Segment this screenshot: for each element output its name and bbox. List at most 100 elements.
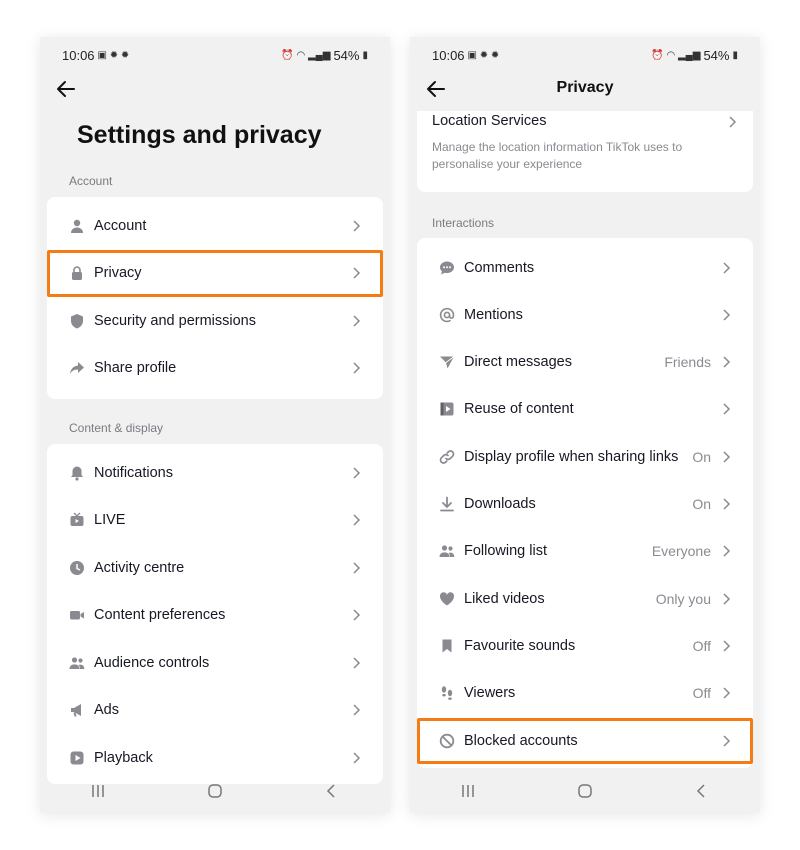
settings-row-security-and-permissions[interactable]: Security and permissions <box>47 297 383 344</box>
blocked-icon <box>439 733 455 749</box>
recent-apps-button[interactable] <box>83 780 113 802</box>
settings-row-notifications[interactable]: Notifications <box>47 449 383 496</box>
system-back-button[interactable] <box>317 780 347 802</box>
settings-row-direct-messages[interactable]: Direct messages Friends <box>417 339 753 386</box>
settings-row-blocked-accounts[interactable]: Blocked accounts <box>417 717 753 764</box>
status-bar: 10:06 ▣ ✹ ✹ ⏰ ◠ ▂▄▆ 54% ▮ <box>40 37 390 73</box>
alarm-wifi-signal-icons: ⏰ ◠ ▂▄▆ <box>651 49 701 61</box>
row-label: Playback <box>94 749 153 766</box>
chevron-right-icon <box>719 497 733 511</box>
row-label: Comments <box>464 259 535 276</box>
settings-row-favourite-sounds[interactable]: Favourite sounds Off <box>417 622 753 669</box>
chevron-right-icon <box>349 703 363 717</box>
notification-icons: ▣ ✹ ✹ <box>467 49 500 61</box>
account-card: Account Privacy Security and permissions Sh… <box>47 197 383 399</box>
settings-row-content-preferences[interactable]: Content preferences <box>47 592 383 639</box>
chevron-right-icon <box>719 402 733 416</box>
row-label: LIVE <box>94 512 126 528</box>
heart-icon <box>439 591 455 607</box>
footprints-icon <box>439 685 455 701</box>
settings-row-share-profile[interactable]: Share profile <box>47 345 383 392</box>
row-value: Off <box>692 637 711 654</box>
section-label-interactions: Interactions <box>432 216 495 230</box>
settings-row-ads[interactable]: Ads <box>47 687 383 734</box>
row-label: Share profile <box>94 360 177 376</box>
chevron-right-icon <box>719 734 733 748</box>
chevron-right-icon <box>725 115 739 129</box>
tv-icon <box>69 512 85 528</box>
chevron-right-icon <box>349 314 363 328</box>
chevron-right-icon <box>719 639 733 653</box>
megaphone-icon <box>69 702 85 718</box>
row-label: Following list <box>464 543 547 560</box>
row-label: Audience controls <box>94 654 210 671</box>
row-value: On <box>692 496 711 512</box>
chevron-right-icon <box>719 355 733 369</box>
people-icon <box>439 543 455 559</box>
chevron-right-icon <box>349 561 363 575</box>
play-icon <box>69 750 85 766</box>
settings-row-privacy[interactable]: Privacy <box>47 250 383 297</box>
settings-row-reuse-of-content[interactable]: Reuse of content <box>417 386 753 433</box>
status-time: 10:06 <box>432 47 465 63</box>
recent-apps-button[interactable] <box>453 780 483 802</box>
settings-row-display-profile-when-sharing-links[interactable]: Display profile when sharing links On <box>417 433 753 480</box>
settings-row-comments[interactable]: Comments <box>417 244 753 291</box>
row-value: Friends <box>664 354 711 371</box>
battery-percent: 54% <box>703 47 730 63</box>
download-icon <box>439 496 455 512</box>
row-label: Mentions <box>464 306 523 323</box>
shield-icon <box>69 313 85 329</box>
notification-icons: ▣ ✹ ✹ <box>97 49 130 61</box>
page-title: Privacy <box>556 79 614 96</box>
chevron-right-icon <box>719 592 733 606</box>
settings-screen: 10:06 ▣ ✹ ✹ ⏰ ◠ ▂▄▆ 54% ▮ Settings and p… <box>40 37 390 813</box>
reuse-icon <box>439 401 455 417</box>
chevron-right-icon <box>349 751 363 765</box>
battery-percent: 54% <box>333 47 360 63</box>
settings-row-account[interactable]: Account <box>47 202 383 249</box>
chevron-right-icon <box>349 466 363 480</box>
settings-row-audience-controls[interactable]: Audience controls <box>47 639 383 686</box>
location-services-item[interactable]: Location Services Manage the location in… <box>417 111 753 192</box>
row-label: Direct messages <box>464 354 572 371</box>
row-label: Display profile when sharing links <box>464 448 679 465</box>
settings-row-downloads[interactable]: Downloads On <box>417 481 753 528</box>
system-back-button[interactable] <box>687 780 717 802</box>
android-nav-bar <box>410 769 760 813</box>
battery-icon: ▮ <box>362 49 368 61</box>
lock-icon <box>69 265 85 281</box>
alarm-wifi-signal-icons: ⏰ ◠ ▂▄▆ <box>281 49 331 61</box>
row-label: Blocked accounts <box>464 732 578 749</box>
chevron-right-icon <box>719 544 733 558</box>
chevron-right-icon <box>349 219 363 233</box>
row-label: Favourite sounds <box>464 637 576 654</box>
settings-row-live[interactable]: LIVE <box>47 497 383 544</box>
chevron-right-icon <box>719 686 733 700</box>
home-button[interactable] <box>570 780 600 802</box>
chevron-right-icon <box>349 608 363 622</box>
location-services-title: Location Services <box>432 113 547 129</box>
row-label: Downloads <box>464 496 536 512</box>
settings-row-activity-centre[interactable]: Activity centre <box>47 544 383 591</box>
row-label: Activity centre <box>94 559 185 576</box>
chevron-right-icon <box>349 361 363 375</box>
settings-row-mentions[interactable]: Mentions <box>417 291 753 338</box>
back-arrow-icon[interactable] <box>54 77 78 101</box>
row-value: Everyone <box>651 543 711 560</box>
settings-row-liked-videos[interactable]: Liked videos Only you <box>417 575 753 622</box>
row-value: On <box>692 448 711 465</box>
home-button[interactable] <box>200 780 230 802</box>
status-time: 10:06 <box>62 47 95 63</box>
comment-icon <box>439 260 455 276</box>
page-title: Settings and privacy <box>77 121 322 149</box>
settings-row-following-list[interactable]: Following list Everyone <box>417 528 753 575</box>
content-display-card: Notifications LIVE Activity centre Content … <box>47 444 383 784</box>
settings-row-viewers[interactable]: Viewers Off <box>417 670 753 717</box>
battery-icon: ▮ <box>732 49 738 61</box>
chevron-right-icon <box>349 656 363 670</box>
person-icon <box>69 218 85 234</box>
chevron-right-icon <box>719 261 733 275</box>
chevron-right-icon <box>349 513 363 527</box>
interactions-card: Comments Mentions Direct messages Friends Re… <box>417 238 753 768</box>
